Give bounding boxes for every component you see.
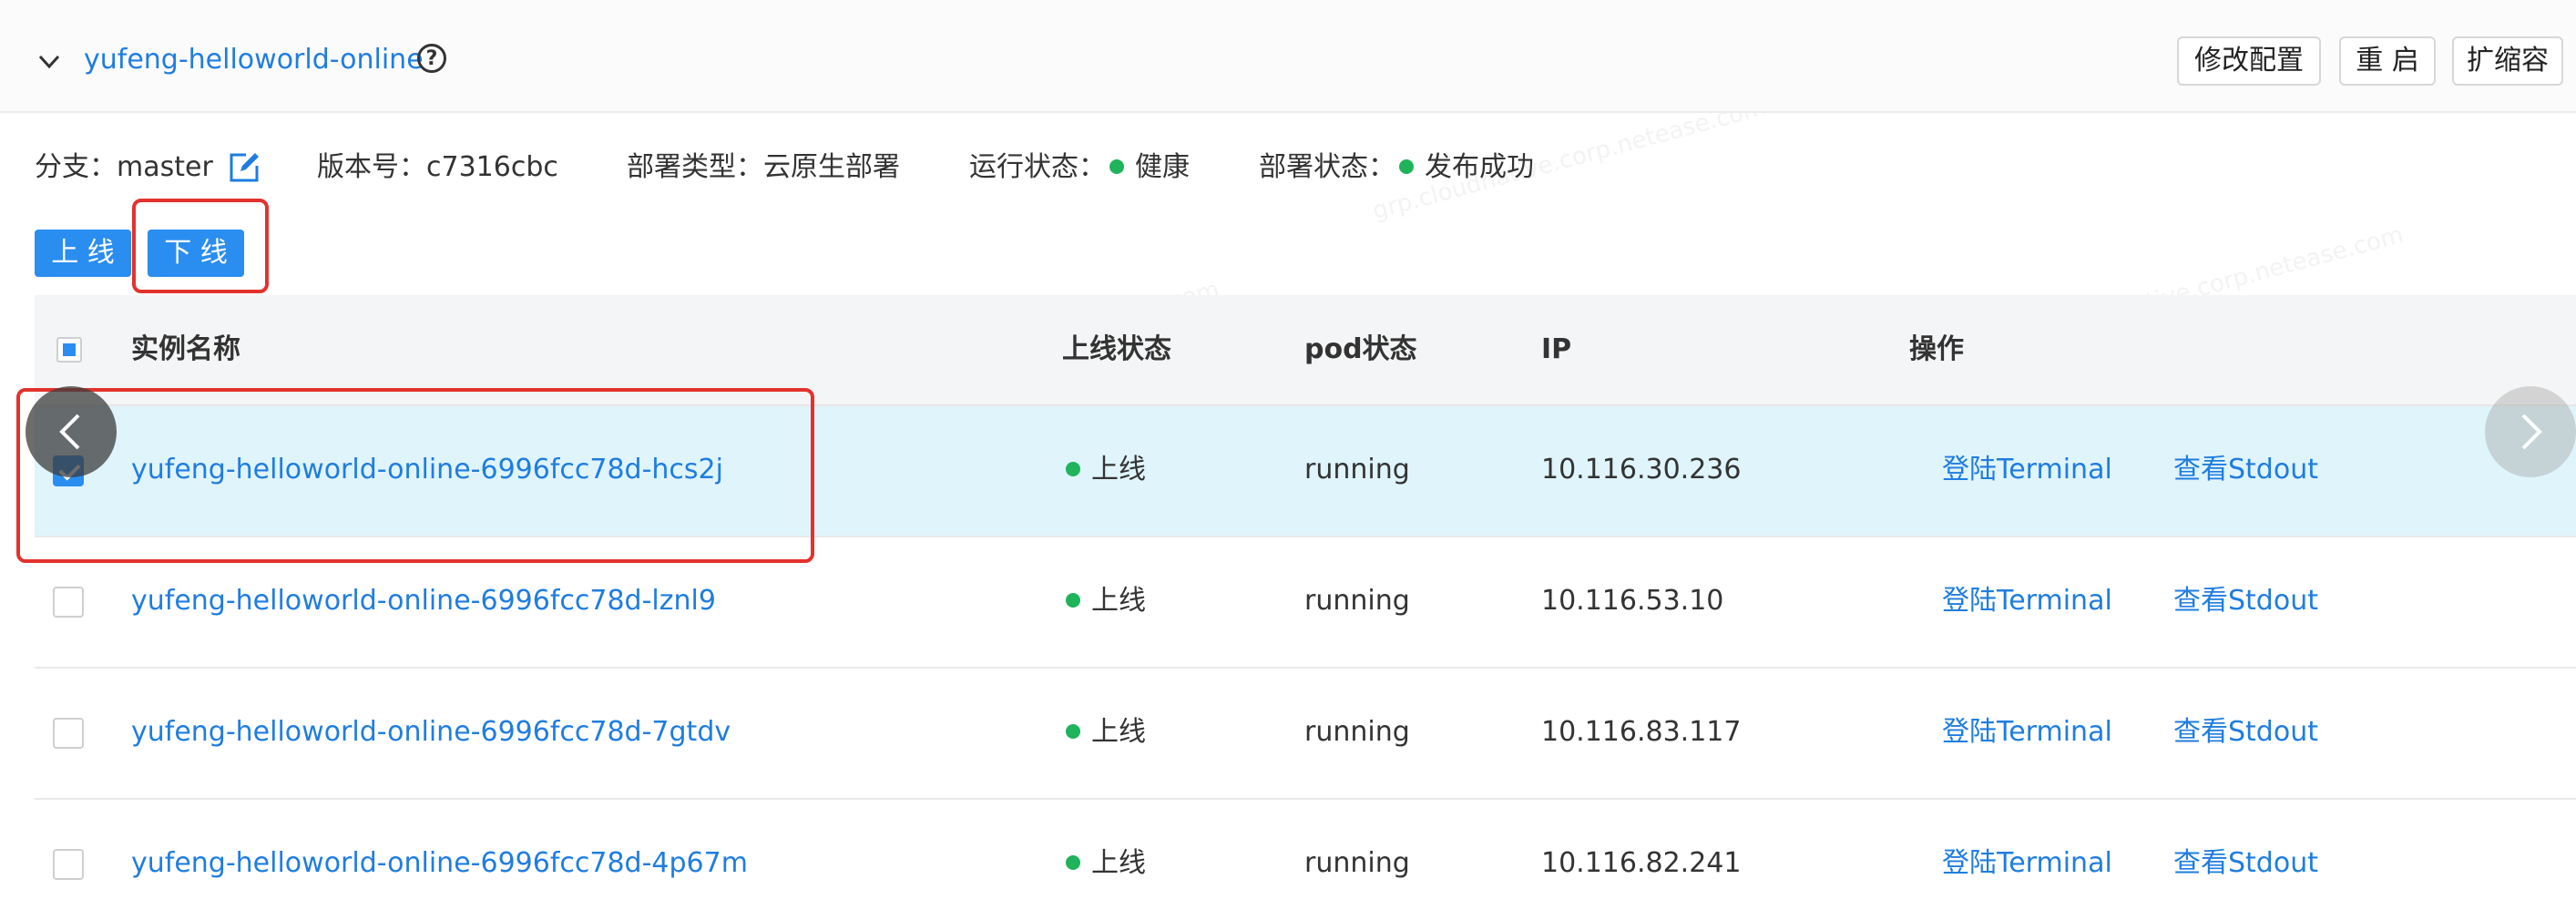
instance-ip: 10.116.53.10 [1541, 585, 1724, 617]
deploy-type-value: 云原生部署 [763, 151, 900, 183]
chevron-right-icon [2521, 414, 2542, 450]
status-dot [1066, 723, 1080, 739]
deploy-type-info: 部署类型：云原生部署 [627, 151, 900, 183]
version-info: 版本号：c7316cbc [317, 151, 558, 183]
deploy-status-value: 发布成功 [1425, 151, 1534, 183]
instance-ip: 10.116.82.241 [1541, 847, 1742, 879]
instance-ip: 10.116.83.117 [1541, 716, 1742, 748]
instance-name-link[interactable]: yufeng-helloworld-online-6996fcc78d-7gtd… [131, 712, 731, 752]
restart-button[interactable]: 重 启 [2339, 36, 2436, 86]
branch-value: master [117, 151, 213, 183]
row-checkbox[interactable] [53, 849, 84, 880]
pod-status: running [1304, 454, 1410, 486]
col-header-ip: IP [1541, 333, 1572, 365]
stdout-link[interactable]: 查看Stdout [2173, 843, 2318, 884]
row-checkbox[interactable] [53, 718, 84, 749]
online-status: 上线 [1062, 450, 1146, 490]
col-header-ops: 操作 [1909, 333, 1964, 365]
status-dot [1399, 158, 1414, 174]
table-row[interactable]: yufeng-helloworld-online-6996fcc78d-4p67… [35, 800, 2576, 920]
stdout-link[interactable]: 查看Stdout [2173, 581, 2318, 621]
branch-info: 分支：master [35, 151, 213, 183]
status-dot [1066, 592, 1080, 608]
online-status: 上线 [1062, 581, 1146, 621]
status-dot [1066, 461, 1080, 476]
stdout-link[interactable]: 查看Stdout [2173, 712, 2318, 752]
col-header-name: 实例名称 [131, 333, 240, 365]
terminal-link[interactable]: 登陆Terminal [1942, 712, 2112, 752]
version-value: c7316cbc [426, 151, 558, 183]
deploy-status-info: 部署状态： 发布成功 [1259, 151, 1534, 183]
chevron-down-icon[interactable] [33, 46, 66, 78]
service-name-link[interactable]: yufeng-helloworld-online [84, 40, 424, 80]
highlight-box-row [16, 388, 814, 563]
status-dot [1109, 158, 1124, 174]
run-status-value: 健康 [1135, 151, 1190, 183]
col-header-pod-status: pod状态 [1304, 333, 1417, 365]
online-status: 上线 [1062, 843, 1146, 884]
instance-name-link[interactable]: yufeng-helloworld-online-6996fcc78d-lznl… [131, 581, 716, 621]
highlight-box-offline [132, 199, 269, 293]
stdout-link[interactable]: 查看Stdout [2173, 450, 2318, 490]
pod-status: running [1304, 585, 1410, 617]
col-header-online-status: 上线状态 [1062, 333, 1171, 365]
online-button[interactable]: 上 线 [35, 230, 131, 277]
terminal-link[interactable]: 登陆Terminal [1942, 843, 2112, 884]
prev-arrow-button[interactable] [26, 386, 117, 477]
service-panel: grp.cloudnative.corp.netease.com grp.clo… [0, 0, 2576, 920]
pod-status: running [1304, 847, 1410, 879]
row-checkbox[interactable] [53, 587, 84, 618]
terminal-link[interactable]: 登陆Terminal [1942, 581, 2112, 621]
scale-button[interactable]: 扩缩容 [2452, 36, 2563, 86]
panel-header: yufeng-helloworld-online ? 修改配置 重 启 扩缩容 [0, 0, 2576, 113]
select-all-checkbox[interactable] [56, 337, 82, 363]
modify-config-button[interactable]: 修改配置 [2177, 36, 2321, 86]
run-status-info: 运行状态： 健康 [969, 151, 1190, 183]
next-arrow-button[interactable] [2485, 386, 2576, 477]
instance-ip: 10.116.30.236 [1541, 454, 1742, 486]
table-row[interactable]: yufeng-helloworld-online-6996fcc78d-7gtd… [35, 669, 2576, 800]
help-icon[interactable]: ? [417, 44, 446, 73]
terminal-link[interactable]: 登陆Terminal [1942, 450, 2112, 490]
status-dot [1066, 854, 1080, 870]
edit-icon[interactable] [228, 151, 261, 184]
pod-status: running [1304, 716, 1410, 748]
online-status: 上线 [1062, 712, 1146, 752]
chevron-left-icon [59, 414, 80, 450]
instance-name-link[interactable]: yufeng-helloworld-online-6996fcc78d-4p67… [131, 843, 748, 884]
